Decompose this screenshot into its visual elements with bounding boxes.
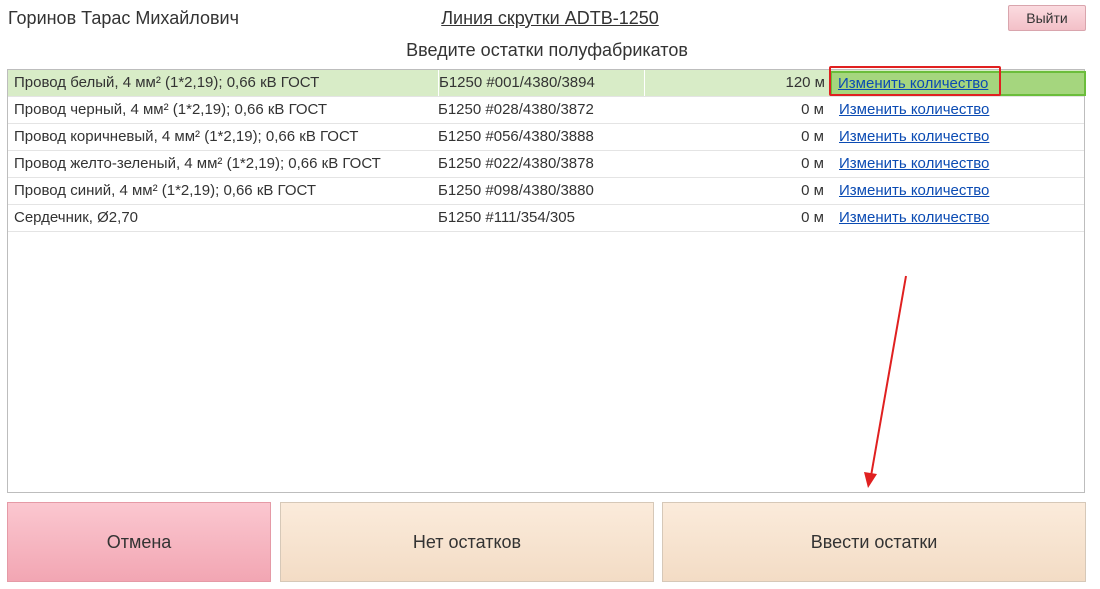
table-row[interactable]: Провод черный, 4 мм² (1*2,19); 0,66 кВ Г… (8, 97, 1084, 124)
table-row[interactable]: Провод белый, 4 мм² (1*2,19); 0,66 кВ ГО… (8, 70, 1086, 97)
change-quantity-link[interactable]: Изменить количество (839, 209, 989, 226)
change-quantity-link[interactable]: Изменить количество (839, 101, 989, 118)
item-code: Б1250 #056/4380/3888 (438, 128, 594, 145)
table-row[interactable]: Провод желто-зеленый, 4 мм² (1*2,19); 0,… (8, 151, 1084, 178)
item-action-cell: Изменить количество (831, 178, 1084, 204)
item-code: Б1250 #098/4380/3880 (438, 182, 594, 199)
item-code: Б1250 #022/4380/3878 (438, 155, 594, 172)
item-code: Б1250 #001/4380/3894 (438, 70, 639, 96)
item-quantity: 0 м (801, 209, 824, 226)
item-name: Провод белый, 4 мм² (1*2,19); 0,66 кВ ГО… (14, 74, 320, 91)
logout-button[interactable]: Выйти (1008, 5, 1086, 31)
table-row[interactable]: Провод коричневый, 4 мм² (1*2,19); 0,66 … (8, 124, 1084, 151)
item-name: Сердечник, Ø2,70 (14, 209, 139, 226)
change-quantity-link[interactable]: Изменить количество (839, 128, 989, 145)
item-name: Провод коричневый, 4 мм² (1*2,19); 0,66 … (14, 128, 359, 145)
submit-remains-button[interactable]: Ввести остатки (662, 502, 1086, 582)
cancel-button[interactable]: Отмена (7, 502, 271, 582)
item-name: Провод желто-зеленый, 4 мм² (1*2,19); 0,… (14, 155, 381, 172)
table-row[interactable]: Сердечник, Ø2,70 Б1250 #111/354/305 0 м … (8, 205, 1084, 232)
item-quantity: 0 м (801, 128, 824, 145)
item-code: Б1250 #028/4380/3872 (438, 101, 594, 118)
item-name: Провод синий, 4 мм² (1*2,19); 0,66 кВ ГО… (14, 182, 316, 199)
no-remains-button[interactable]: Нет остатков (280, 502, 654, 582)
item-quantity: 120 м (644, 70, 825, 96)
line-title: Линия скрутки ADTB-1250 (441, 8, 659, 28)
change-quantity-link[interactable]: Изменить количество (839, 155, 989, 172)
item-quantity: 0 м (801, 155, 824, 172)
page-subtitle: Введите остатки полуфабрикатов (406, 40, 688, 60)
table-row[interactable]: Провод синий, 4 мм² (1*2,19); 0,66 кВ ГО… (8, 178, 1084, 205)
item-code: Б1250 #111/354/305 (438, 209, 575, 226)
item-action-cell: Изменить количество (831, 97, 1084, 123)
items-table: Провод белый, 4 мм² (1*2,19); 0,66 кВ ГО… (7, 69, 1086, 493)
item-action-cell: Изменить количество (830, 71, 1086, 96)
change-quantity-link[interactable]: Изменить количество (838, 75, 988, 92)
item-action-cell: Изменить количество (831, 205, 1084, 231)
item-name: Провод черный, 4 мм² (1*2,19); 0,66 кВ Г… (14, 101, 328, 118)
item-quantity: 0 м (801, 101, 824, 118)
page: Горинов Тарас Михайлович Линия скрутки A… (0, 0, 1100, 589)
item-action-cell: Изменить количество (831, 151, 1084, 177)
item-quantity: 0 м (801, 182, 824, 199)
item-action-cell: Изменить количество (831, 124, 1084, 150)
change-quantity-link[interactable]: Изменить количество (839, 182, 989, 199)
